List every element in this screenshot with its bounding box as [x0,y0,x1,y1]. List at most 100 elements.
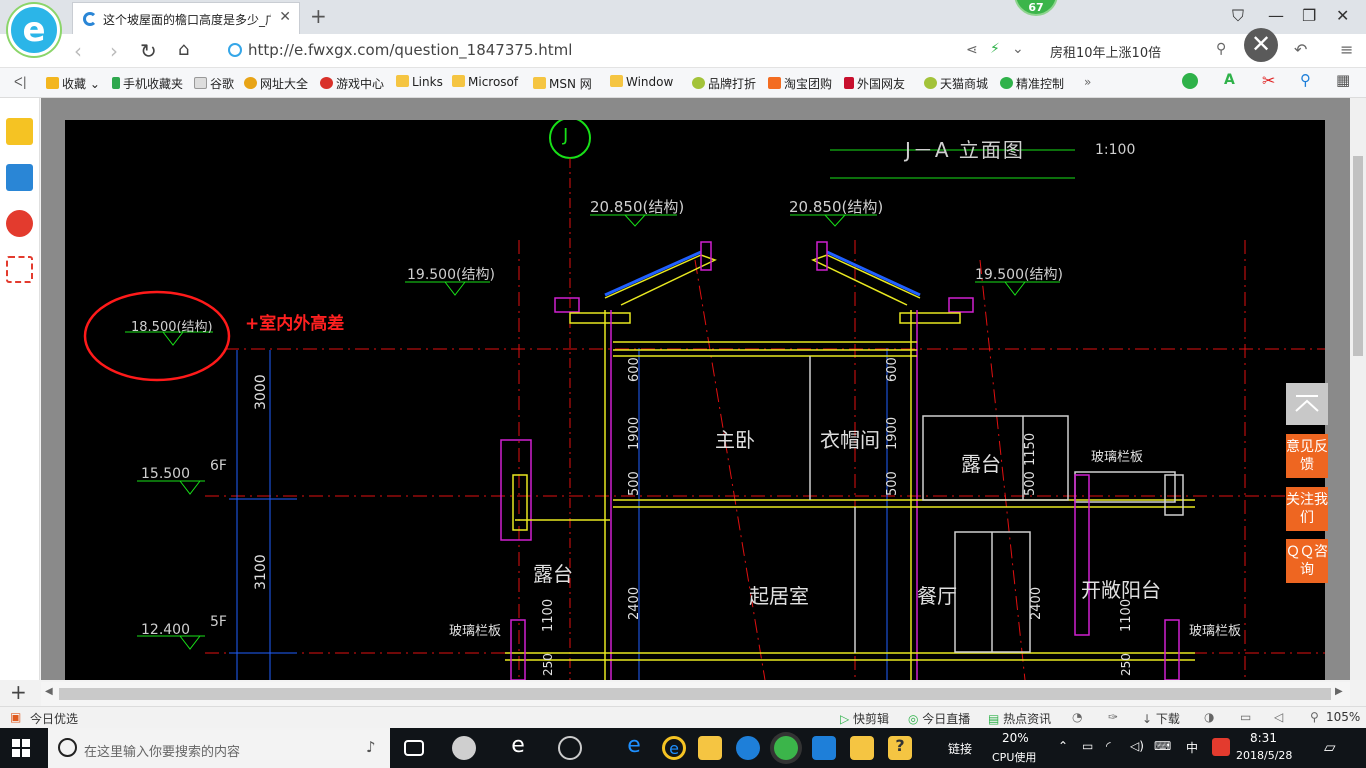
bookmark-item[interactable]: Microsof [452,75,518,89]
bookmark-item[interactable]: 精准控制 [1000,75,1064,92]
new-tab-button[interactable]: + [310,4,327,28]
tab-close-icon[interactable]: ✕ [279,9,291,25]
close-viewer-button[interactable]: ✕ [1244,28,1278,62]
bookmark-item[interactable]: 品牌打折 [692,75,756,92]
pin-icon[interactable]: ✑ [1108,710,1118,724]
live-link[interactable]: ◎ 今日直播 [908,710,970,727]
help-app-icon[interactable]: ? [888,736,912,760]
shield-icon[interactable] [1182,73,1198,89]
battery-icon[interactable]: ▭ [1082,739,1093,753]
home-icon[interactable]: ⌂ [178,39,189,60]
weibo-icon[interactable] [6,210,33,237]
window-icon[interactable]: ▭ [1240,710,1251,724]
zoom-icon[interactable]: ⚲ [1310,710,1319,724]
follow-us-button[interactable]: 关注我们 [1286,487,1328,531]
download-link[interactable]: ↓ 下载 [1142,710,1180,727]
feedback-button[interactable]: 意见反馈 [1286,434,1328,478]
search-icon[interactable]: ⚲ [1216,41,1226,57]
ie-e-icon[interactable]: e [506,733,530,758]
settings-icon[interactable]: ◑ [1204,710,1214,724]
vertical-scrollbar[interactable] [1350,98,1366,680]
back-to-top-button[interactable] [1286,383,1328,425]
close-window-icon[interactable]: ✕ [1336,6,1349,25]
back-icon[interactable]: ‹ [74,39,82,63]
search-input[interactable]: 房租10年上涨10倍 [1050,42,1161,61]
volume-tray-icon[interactable]: ◁) [1130,739,1144,753]
more-bookmarks-icon[interactable]: » [1084,75,1091,89]
notification-badge[interactable]: 67 [1014,0,1058,16]
gift-icon[interactable]: ▣ [10,710,21,724]
pinwheel-app-icon[interactable] [452,736,476,760]
notes-app-icon[interactable] [850,736,874,760]
download-icon: ↓ [1142,712,1156,726]
news-link[interactable]: ▤ 热点资讯 [988,710,1051,727]
bookmark-item[interactable]: 淘宝团购 [768,75,832,92]
file-explorer-icon[interactable] [698,736,722,760]
minimize-icon[interactable]: — [1268,6,1284,25]
refresh-icon[interactable]: ↻ [140,39,157,63]
bookmark-item[interactable]: MSN 网 [533,75,592,92]
share-icon[interactable]: ⋖ [966,42,978,58]
url-input[interactable]: http://e.fwxgx.com/question_1847375.html [248,41,572,59]
edge-icon[interactable]: e [622,733,646,758]
today-picks-link[interactable]: 今日优选 [30,710,78,727]
restore-icon[interactable]: ❐ [1302,6,1316,25]
favorites-star-icon[interactable] [6,118,33,145]
windows-start-icon[interactable] [12,739,30,757]
keyboard-icon[interactable]: ⌨ [1154,739,1171,753]
bookmark-item[interactable]: 网址大全 [244,75,308,92]
volume-icon[interactable]: ◁ [1274,710,1283,724]
task-view-icon[interactable] [404,740,424,756]
magnifier-icon[interactable]: ⚲ [1300,71,1311,89]
email-icon[interactable] [6,256,33,283]
tray-expand-icon[interactable]: ⌃ [1058,739,1068,753]
dropdown-chevron-icon[interactable]: ⌄ [1012,41,1024,57]
scroll-thumb[interactable] [1353,156,1363,356]
forward-icon[interactable]: › [110,39,118,63]
microphone-icon[interactable]: ♪ [366,738,376,756]
room-living: 起居室 [749,584,809,608]
browser-taskbar-icon[interactable] [774,736,798,760]
scroll-right-icon[interactable]: ▶ [1335,686,1343,697]
menu-icon[interactable]: ≡ [1340,40,1353,59]
qq-consult-button[interactable]: ＱＱ咨询 [1286,539,1328,583]
add-sidebar-icon[interactable]: + [10,680,27,704]
sogou-icon[interactable] [1212,738,1230,756]
undo-icon[interactable]: ↶ [1294,40,1307,59]
grid-icon[interactable]: ▦ [1336,71,1350,89]
notifications-icon[interactable]: ▱ [1324,738,1336,756]
ie-icon[interactable]: e [662,736,686,760]
clock-date[interactable]: 2018/5/28 [1236,749,1292,762]
ime-indicator[interactable]: 中 [1186,739,1198,756]
clock-time[interactable]: 8:31 [1250,731,1277,745]
bookmark-item[interactable]: 收藏 ⌄ [46,75,100,92]
taskbar-search-placeholder: 在这里输入你要搜索的内容 [84,745,241,760]
quick-edit-link[interactable]: ▷ 快剪辑 [840,710,889,727]
links-toolbar[interactable]: 链接 [948,740,972,757]
bookmark-item[interactable]: 手机收藏夹 [112,75,183,92]
taskbar-search[interactable]: 在这里输入你要搜索的内容 ♪ [48,728,390,768]
zoom-level[interactable]: 105% [1326,710,1360,724]
bookmark-item[interactable]: 外国网友 [844,75,905,92]
reading-list-icon[interactable] [6,164,33,191]
shirt-icon[interactable]: ⛉ [1232,6,1244,26]
app-plus-icon[interactable] [812,736,836,760]
bell-app-icon[interactable] [558,736,582,760]
translate-icon[interactable]: A [1224,72,1235,88]
speed-icon[interactable]: ◔ [1072,710,1082,724]
browser-logo[interactable]: e [8,4,60,56]
bookmarks-toggle-icon[interactable]: ᐸ| [14,75,27,89]
wifi-icon[interactable]: ◜ [1106,739,1111,753]
scroll-left-icon[interactable]: ◀ [45,686,53,697]
bookmark-item[interactable]: 游戏中心 [320,75,384,92]
bookmark-item[interactable]: Links [396,75,443,89]
bookmark-item[interactable]: 天猫商城 [924,75,988,92]
tab-active[interactable]: 这个坡屋面的檐口高度是多少_广 ✕ [72,2,300,34]
horizontal-scrollbar[interactable]: ◀ ▶ [41,682,1350,706]
scroll-track[interactable] [59,688,1331,700]
bookmark-item[interactable]: Window [610,75,673,89]
scissors-icon[interactable]: ✂ [1262,71,1275,90]
app-g-icon[interactable] [736,736,760,760]
bookmark-item[interactable]: 谷歌 [194,75,234,92]
lightning-icon[interactable]: ⚡ [990,41,1000,57]
